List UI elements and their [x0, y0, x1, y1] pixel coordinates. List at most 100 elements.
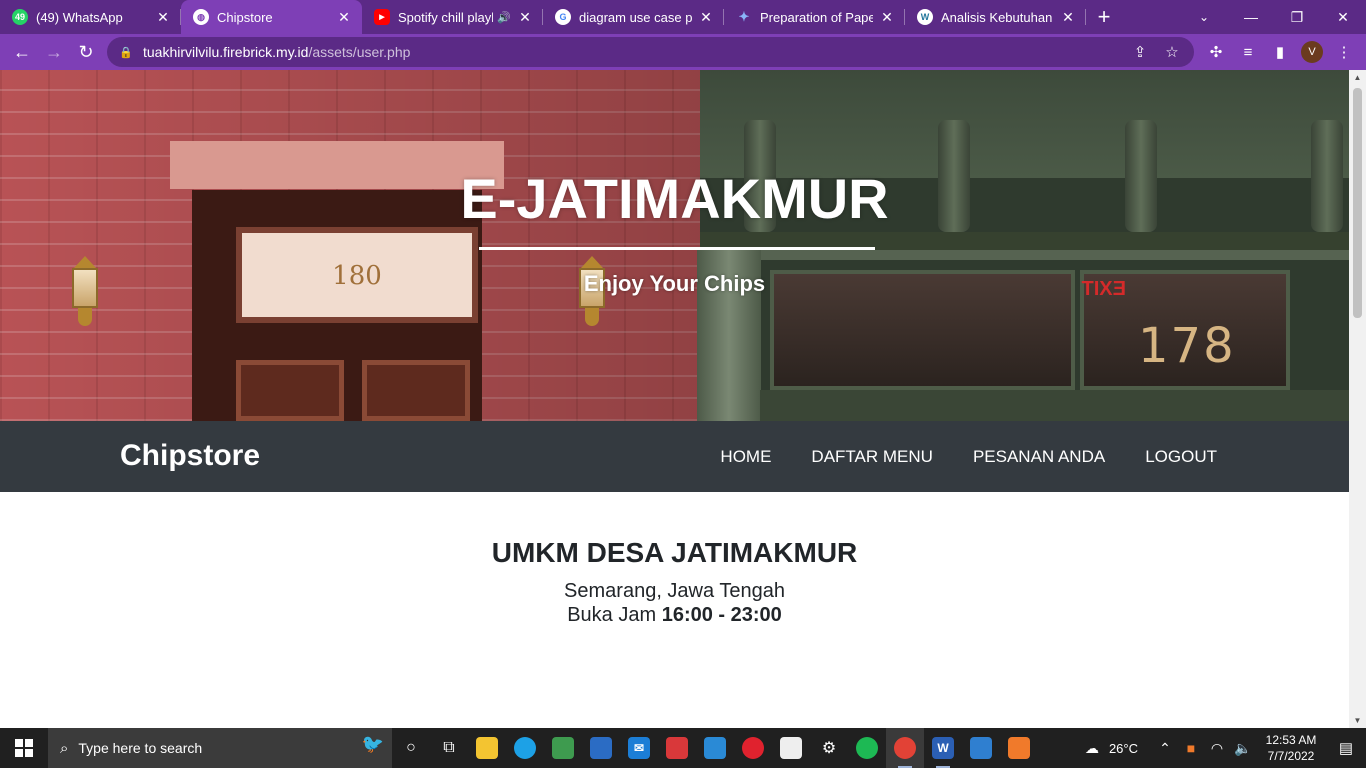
volume-icon[interactable]: 🔈	[1230, 740, 1256, 757]
bookmark-star-icon[interactable]: ☆	[1156, 43, 1188, 61]
globe-icon: ◍	[193, 9, 209, 25]
nav-menu: HOME DAFTAR MENU PESANAN ANDA LOGOUT	[680, 421, 1217, 492]
task-view-icon[interactable]: ⧉	[430, 728, 468, 768]
tab-title: Analisis Kebutuhan Sis	[941, 9, 1054, 25]
papers-icon: ✦	[738, 9, 750, 24]
store-location: Semarang, Jawa Tengah	[564, 580, 785, 602]
tab-title: Chipstore	[217, 9, 273, 25]
window-close-icon[interactable]: ✕	[1320, 0, 1366, 34]
vscode-icon[interactable]	[696, 728, 734, 768]
weather-temperature[interactable]: 26°C	[1109, 741, 1138, 756]
cloud-weather-icon[interactable]: ☁	[1079, 740, 1105, 757]
store-hours: Buka Jam 16:00 - 23:00	[0, 603, 1349, 627]
close-icon[interactable]: ✕	[698, 9, 714, 26]
hero-divider	[479, 247, 875, 250]
clock-time: 12:53 AM	[1265, 733, 1317, 747]
close-icon[interactable]: ✕	[517, 9, 533, 26]
tab-separator	[1085, 9, 1086, 25]
file-explorer-icon[interactable]	[468, 728, 506, 768]
hours-value: 16:00 - 23:00	[661, 604, 782, 626]
xampp-tray-icon[interactable]: ■	[1178, 740, 1204, 756]
nav-link-home[interactable]: HOME	[720, 447, 771, 467]
system-clock[interactable]: 12:53 AM 7/7/2022	[1256, 732, 1326, 764]
whatsapp-icon: 49	[12, 9, 28, 25]
tab-preparation-of-papers[interactable]: ✦ Preparation of Papers ✕	[724, 0, 905, 34]
settings-gear-icon[interactable]: ⚙	[810, 728, 848, 768]
taskbar-search-placeholder: Type here to search	[78, 740, 203, 756]
tab-analisis-kebutuhan[interactable]: W Analisis Kebutuhan Sis ✕	[905, 0, 1086, 34]
close-icon[interactable]: ✕	[336, 9, 352, 26]
lock-icon[interactable]: 🔒	[119, 46, 133, 59]
gift-app-icon[interactable]	[658, 728, 696, 768]
hero-title: E-JATIMAKMUR	[460, 167, 889, 230]
hero-subtitle: Enjoy Your Chips	[583, 271, 766, 296]
search-icon: ⌕	[60, 739, 69, 757]
windows-logo-icon	[15, 739, 33, 757]
speaker-icon[interactable]: 🔊	[497, 11, 511, 24]
google-icon: G	[555, 9, 571, 25]
notification-icon[interactable]: ▤	[1326, 739, 1366, 757]
nav-link-daftar-menu[interactable]: DAFTAR MENU	[811, 447, 933, 467]
control-panel-icon[interactable]	[582, 728, 620, 768]
restore-icon[interactable]: ❐	[1274, 0, 1320, 34]
tab-title: Spotify chill playlis	[398, 9, 494, 25]
browser-tools: ✣ ≡ ▮ V ⋮	[1200, 34, 1366, 70]
hours-label: Buka Jam	[567, 604, 657, 626]
media-controls-icon[interactable]: ≡	[1232, 36, 1264, 68]
windows-taskbar: ⌕ Type here to search 🐦 ○ ⧉ ✉ ⚙ W ☁ 26°C…	[0, 728, 1366, 768]
forward-arrow-icon[interactable]: →	[38, 36, 70, 68]
system-tray: ☁ 26°C ⌃ ■ ◠ 🔈 12:53 AM 7/7/2022 ▤	[1079, 728, 1366, 768]
opera-icon[interactable]	[734, 728, 772, 768]
tab-diagram-use-case[interactable]: G diagram use case peng ✕	[543, 0, 724, 34]
notepad-icon[interactable]	[772, 728, 810, 768]
wifi-icon[interactable]: ◠	[1204, 740, 1230, 757]
minimize-icon[interactable]: —	[1228, 0, 1274, 34]
browser-tab-strip: 49 (49) WhatsApp ✕ ◍ Chipstore ✕ ▶ Spoti…	[0, 0, 1366, 34]
word-icon[interactable]: W	[924, 728, 962, 768]
new-tab-button[interactable]: +	[1086, 0, 1122, 34]
chevron-up-icon[interactable]: ⌃	[1152, 740, 1178, 757]
close-icon[interactable]: ✕	[1060, 9, 1076, 26]
tab-title: (49) WhatsApp	[36, 9, 123, 25]
edge-icon[interactable]	[506, 728, 544, 768]
back-arrow-icon[interactable]: ←	[6, 36, 38, 68]
xampp-icon[interactable]	[1000, 728, 1038, 768]
reload-icon[interactable]: ↻	[70, 36, 102, 68]
cortana-icon[interactable]: ○	[392, 728, 430, 768]
tab-chipstore[interactable]: ◍ Chipstore ✕	[181, 0, 362, 34]
site-navbar: Chipstore HOME DAFTAR MENU PESANAN ANDA …	[0, 421, 1349, 492]
address-bar[interactable]: 🔒 tuakhirvilvilu.firebrick.my.id/assets/…	[107, 37, 1194, 67]
scrollbar-thumb[interactable]	[1353, 88, 1362, 318]
clock-date: 7/7/2022	[1267, 749, 1315, 763]
profile-avatar[interactable]: V	[1301, 41, 1323, 63]
nav-link-logout[interactable]: LOGOUT	[1145, 447, 1217, 467]
tab-title: Preparation of Papers	[760, 9, 873, 25]
chrome-icon[interactable]	[886, 728, 924, 768]
extensions-puzzle-icon[interactable]: ✣	[1200, 36, 1232, 68]
close-icon[interactable]: ✕	[879, 9, 895, 26]
store-heading: UMKM DESA JATIMAKMUR	[491, 537, 858, 568]
nav-link-pesanan-anda[interactable]: PESANAN ANDA	[973, 447, 1105, 467]
start-button[interactable]	[0, 728, 48, 768]
photos-icon[interactable]	[962, 728, 1000, 768]
tab-spotify-playlist[interactable]: ▶ Spotify chill playlis 🔊 ✕	[362, 0, 543, 34]
mail-icon[interactable]: ✉	[620, 728, 658, 768]
close-icon[interactable]: ✕	[155, 9, 171, 26]
scroll-up-arrow-icon[interactable]: ▲	[1349, 73, 1366, 82]
page-scrollbar[interactable]: ▲ ▼	[1349, 70, 1366, 728]
site-brand[interactable]: Chipstore	[120, 439, 260, 473]
sheets-app-icon[interactable]	[544, 728, 582, 768]
side-panel-icon[interactable]: ▮	[1264, 36, 1296, 68]
taskbar-search[interactable]: ⌕ Type here to search 🐦	[48, 728, 392, 768]
menu-kebab-icon[interactable]: ⋮	[1328, 36, 1360, 68]
share-icon[interactable]: ⇪	[1124, 43, 1156, 61]
window-controls: — ❐ ✕	[1228, 0, 1366, 34]
street-number: 178	[1138, 318, 1236, 374]
tab-whatsapp[interactable]: 49 (49) WhatsApp ✕	[0, 0, 181, 34]
page-viewport: 180 EXIT 178 E-JATIMAKMUR Enjoy Your Chi…	[0, 70, 1349, 728]
scroll-down-arrow-icon[interactable]: ▼	[1349, 716, 1366, 725]
spotify-icon[interactable]	[848, 728, 886, 768]
browser-toolbar: ← → ↻ 🔒 tuakhirvilvilu.firebrick.my.id/a…	[0, 34, 1366, 70]
tab-search-chevron-icon[interactable]: ⌄	[1192, 0, 1216, 34]
search-highlight-birds-icon[interactable]: 🐦	[362, 734, 384, 755]
